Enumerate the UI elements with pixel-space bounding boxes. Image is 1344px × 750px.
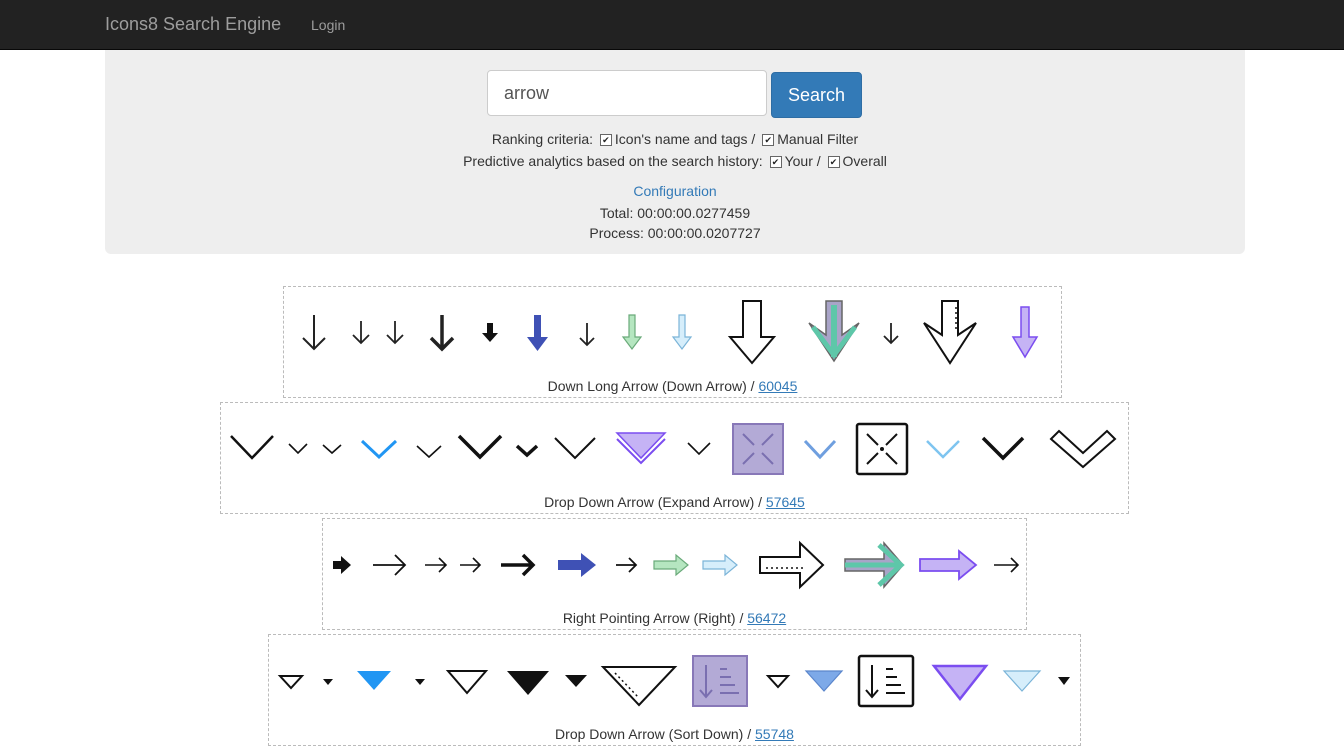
result-group-down-arrow: Down Long Arrow (Down Arrow) / 60045: [283, 286, 1062, 398]
login-link[interactable]: Login: [311, 17, 345, 33]
group-caption: Drop Down Arrow (Expand Arrow) / 57645: [221, 494, 1128, 510]
predictive-analytics: Predictive analytics based on the search…: [105, 153, 1245, 169]
chevron-down-icons[interactable]: [221, 403, 1128, 493]
ranking-label: Ranking criteria:: [491, 131, 593, 147]
search-button[interactable]: Search: [771, 72, 862, 118]
brand[interactable]: Icons8 Search Engine: [105, 14, 281, 35]
ranking-manual-checkbox[interactable]: ✔: [762, 134, 775, 146]
predictive-your-checkbox[interactable]: ✔: [769, 156, 782, 168]
search-panel: Search Ranking criteria: ✔Icon's name an…: [105, 50, 1245, 254]
right-arrow-icons[interactable]: [323, 519, 1026, 609]
group-title: Right Pointing Arrow (Right) /: [562, 610, 744, 626]
group-title: Drop Down Arrow (Expand Arrow) /: [544, 494, 763, 510]
process-time: Process: 00:00:00.0207727: [589, 225, 761, 241]
group-count-link[interactable]: 57645: [766, 494, 805, 510]
configuration-link[interactable]: Configuration: [105, 183, 1245, 199]
group-caption: Right Pointing Arrow (Right) / 56472: [323, 610, 1026, 626]
result-group-expand-arrow: Drop Down Arrow (Expand Arrow) / 57645: [220, 402, 1129, 514]
group-title: Down Long Arrow (Down Arrow) /: [547, 378, 755, 394]
predictive-your-label: Your /: [784, 153, 821, 169]
result-group-sort-down: Drop Down Arrow (Sort Down) / 55748: [268, 634, 1081, 746]
ranking-name-label: Icon's name and tags /: [614, 131, 756, 147]
predictive-overall-checkbox[interactable]: ✔: [827, 156, 840, 168]
total-time: Total: 00:00:00.0277459: [599, 205, 751, 221]
result-group-right-arrow: Right Pointing Arrow (Right) / 56472: [322, 518, 1027, 630]
triangle-down-icons[interactable]: [269, 635, 1080, 725]
group-caption: Down Long Arrow (Down Arrow) / 60045: [284, 378, 1061, 394]
group-title: Drop Down Arrow (Sort Down) /: [555, 726, 752, 742]
ranking-manual-label: Manual Filter: [777, 131, 859, 147]
group-count-link[interactable]: 60045: [758, 378, 797, 394]
predictive-label: Predictive analytics based on the search…: [463, 153, 763, 169]
down-arrow-icons[interactable]: [284, 287, 1061, 377]
ranking-criteria: Ranking criteria: ✔ Icon's name and tags …: [105, 131, 1245, 147]
search-input[interactable]: [487, 70, 767, 116]
navbar: Icons8 Search Engine Login: [0, 0, 1344, 50]
predictive-overall-label: Overall: [842, 153, 887, 169]
ranking-name-checkbox[interactable]: ✔: [599, 134, 612, 146]
group-count-link[interactable]: 55748: [755, 726, 794, 742]
group-count-link[interactable]: 56472: [747, 610, 786, 626]
group-caption: Drop Down Arrow (Sort Down) / 55748: [269, 726, 1080, 742]
